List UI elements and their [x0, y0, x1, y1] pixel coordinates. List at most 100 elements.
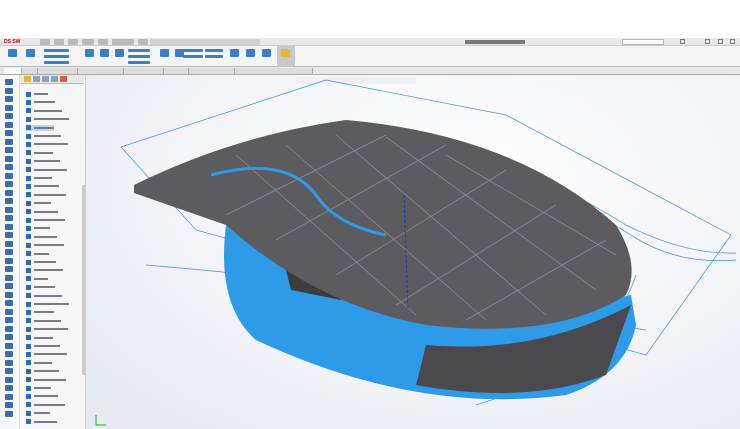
toolbar-button[interactable] [5, 317, 13, 323]
tree-item[interactable] [26, 167, 67, 173]
toolbar-button[interactable] [5, 351, 13, 357]
toolbar-button[interactable] [5, 181, 13, 187]
close-icon[interactable] [730, 39, 735, 44]
menu-help[interactable] [138, 39, 148, 45]
tree-item[interactable] [26, 192, 66, 198]
tree-item[interactable] [26, 276, 48, 282]
toolbar-button[interactable] [5, 138, 13, 145]
toolbar-button[interactable] [5, 325, 13, 332]
tree-item[interactable] [26, 326, 68, 332]
tree-item[interactable] [26, 377, 66, 383]
ribbon-button[interactable] [44, 61, 69, 64]
ribbon-button[interactable] [100, 49, 109, 57]
menu-edit[interactable] [54, 39, 64, 45]
tab[interactable] [235, 68, 313, 74]
toolbar-button[interactable] [5, 172, 13, 179]
toolbar-button[interactable] [5, 402, 13, 408]
toolbar-button[interactable] [5, 274, 13, 281]
ribbon-button[interactable] [205, 49, 223, 52]
ribbon-button[interactable] [281, 49, 290, 57]
tree-item[interactable] [26, 242, 64, 248]
tree-item[interactable] [26, 209, 58, 215]
ribbon-button[interactable] [85, 49, 94, 57]
toolbar-button[interactable] [5, 291, 13, 298]
toolbar-button[interactable] [5, 113, 13, 119]
toolbar-button[interactable] [5, 232, 13, 238]
tree-item[interactable] [26, 293, 62, 299]
graphics-area[interactable] [86, 75, 740, 429]
tree-item[interactable] [26, 251, 49, 257]
toolbar-button[interactable] [5, 257, 13, 264]
toolbar-button[interactable] [5, 376, 13, 383]
toolbar-button[interactable] [5, 393, 13, 400]
tree-item[interactable] [26, 301, 69, 307]
tree-item[interactable] [26, 200, 51, 206]
toolbar-button[interactable] [5, 223, 13, 230]
toolbar-button[interactable] [5, 300, 13, 306]
tab-property-manager[interactable] [33, 76, 40, 82]
toolbar-button[interactable] [5, 334, 13, 340]
ribbon-button[interactable] [262, 49, 271, 57]
tree-item[interactable] [26, 99, 55, 105]
tree-item[interactable] [26, 259, 56, 265]
help-icon[interactable] [680, 39, 685, 44]
ribbon-button[interactable] [128, 49, 150, 52]
search-input[interactable] [622, 39, 664, 45]
menu-file[interactable] [40, 39, 50, 45]
tree-scrollbar[interactable] [82, 185, 85, 375]
ribbon-button[interactable] [183, 49, 203, 52]
tree-item[interactable] [26, 410, 50, 416]
ribbon-button[interactable] [44, 49, 69, 52]
ribbon-button[interactable] [205, 55, 223, 58]
tab-feature-manager[interactable] [24, 76, 31, 82]
quick-access-toolbar[interactable] [150, 39, 260, 45]
toolbar-button[interactable] [5, 308, 13, 315]
tree-item[interactable] [26, 183, 59, 189]
menu-window[interactable] [112, 39, 134, 45]
ribbon-button[interactable] [230, 49, 239, 57]
tree-item[interactable] [26, 116, 69, 122]
ribbon-button[interactable] [160, 49, 169, 57]
ribbon-button[interactable] [26, 49, 35, 57]
ribbon-button[interactable] [44, 55, 69, 58]
tree-item[interactable] [26, 318, 61, 324]
tree-item[interactable] [26, 175, 52, 181]
tab-sketch[interactable] [22, 68, 38, 74]
toolbar-button[interactable] [5, 266, 13, 272]
tab-features[interactable] [4, 68, 22, 74]
tree-item[interactable] [26, 225, 50, 231]
tab-display-manager[interactable] [60, 76, 67, 82]
menu-tools[interactable] [98, 39, 108, 45]
tree-item[interactable] [26, 133, 61, 139]
toolbar-button[interactable] [5, 249, 13, 255]
toolbar-button[interactable] [5, 130, 13, 136]
minimize-icon[interactable] [705, 39, 710, 44]
tree-item[interactable] [26, 124, 54, 131]
tree-item[interactable] [26, 402, 65, 408]
toolbar-button[interactable] [5, 198, 13, 204]
tree-item[interactable] [26, 309, 54, 315]
tree-item[interactable] [26, 91, 48, 97]
tree-item[interactable] [26, 141, 68, 147]
tree-item[interactable] [26, 351, 67, 357]
tree-item[interactable] [26, 360, 52, 366]
menu-view[interactable] [68, 39, 78, 45]
toolbar-button[interactable] [5, 359, 13, 366]
ribbon-button[interactable] [8, 49, 17, 57]
tree-item[interactable] [26, 158, 60, 164]
toolbar-button[interactable] [5, 155, 13, 162]
tree-item[interactable] [26, 343, 60, 349]
ribbon-button[interactable] [115, 49, 124, 57]
ribbon-button[interactable] [128, 55, 150, 58]
toolbar-button[interactable] [5, 385, 13, 391]
toolbar-button[interactable] [5, 79, 13, 85]
tree-item[interactable] [26, 335, 53, 341]
toolbar-button[interactable] [5, 368, 13, 374]
tab-configuration-manager[interactable] [42, 76, 49, 82]
tab[interactable] [78, 68, 124, 74]
ribbon-button[interactable] [183, 55, 203, 58]
ribbon-button[interactable] [246, 49, 255, 57]
toolbar-button[interactable] [5, 240, 13, 247]
toolbar-button[interactable] [5, 87, 13, 94]
menu-insert[interactable] [82, 39, 94, 45]
